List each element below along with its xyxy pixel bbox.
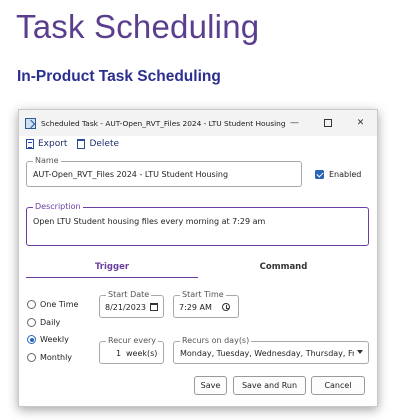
- recur-every-field[interactable]: Recur every 1 week(s): [99, 336, 164, 364]
- radio-weekly-label: Weekly: [40, 335, 69, 345]
- tab-bar: Trigger Command: [26, 256, 369, 278]
- radio-monthly-label: Monthly: [40, 352, 73, 362]
- radio-weekly[interactable]: Weekly: [27, 331, 78, 349]
- maximize-button[interactable]: [311, 110, 344, 136]
- enabled-checkbox[interactable]: [315, 170, 324, 179]
- recur-every-label: Recur every: [106, 336, 159, 346]
- start-time-label: Start Time: [180, 290, 226, 300]
- minimize-icon: —: [290, 118, 299, 128]
- delete-label: Delete: [89, 139, 120, 149]
- radio-monthly[interactable]: Monthly: [27, 349, 78, 367]
- tab-command[interactable]: Command: [198, 256, 369, 278]
- window-title: Scheduled Task - AUT-Open_RVT_Files 2024…: [41, 118, 286, 128]
- recur-every-unit: week(s): [126, 349, 158, 358]
- name-field[interactable]: Name AUT-Open_RVT_Files 2024 - LTU Stude…: [26, 156, 302, 187]
- maximize-icon: [323, 119, 332, 127]
- radio-daily[interactable]: Daily: [27, 314, 78, 332]
- save-and-run-button[interactable]: Save and Run: [233, 376, 306, 395]
- export-label: Export: [38, 139, 68, 149]
- clock-icon[interactable]: [222, 303, 230, 311]
- enabled-label: Enabled: [329, 170, 362, 179]
- description-value: Open LTU Student housing files every mor…: [33, 217, 266, 226]
- delete-button[interactable]: Delete: [77, 139, 119, 149]
- frequency-radio-group: One Time Daily Weekly Monthly: [27, 296, 78, 366]
- export-icon: [26, 139, 34, 149]
- app-icon: [25, 117, 36, 129]
- start-date-field[interactable]: Start Date 8/21/2023: [99, 290, 164, 318]
- slide-title: Task Scheduling: [16, 8, 260, 45]
- name-label: Name: [33, 156, 61, 166]
- close-button[interactable]: ✕: [344, 110, 377, 136]
- toolbar: Export Delete: [26, 139, 119, 149]
- close-icon: ✕: [356, 118, 365, 128]
- slide-subtitle: In-Product Task Scheduling: [17, 68, 221, 85]
- description-label: Description: [33, 202, 83, 212]
- start-time-value: 7:29 AM: [179, 303, 212, 312]
- trash-icon: [77, 139, 86, 149]
- radio-one-time-label: One Time: [40, 300, 79, 310]
- tab-trigger[interactable]: Trigger: [26, 256, 198, 278]
- start-date-label: Start Date: [106, 290, 152, 300]
- save-button[interactable]: Save: [194, 376, 227, 395]
- name-value: AUT-Open_RVT_Files 2024 - LTU Student Ho…: [33, 170, 229, 179]
- recurs-on-value: Monday, Tuesday, Wednesday, Thursday, Fr: [180, 349, 354, 358]
- radio-one-time[interactable]: One Time: [27, 296, 78, 314]
- enabled-toggle[interactable]: Enabled: [315, 170, 361, 179]
- recurs-on-dropdown[interactable]: Recurs on day(s) Monday, Tuesday, Wednes…: [173, 336, 369, 364]
- cancel-button[interactable]: Cancel: [311, 376, 365, 395]
- start-time-field[interactable]: Start Time 7:29 AM: [173, 290, 239, 318]
- minimize-button[interactable]: —: [278, 110, 311, 136]
- radio-monthly-indicator[interactable]: [27, 352, 36, 362]
- radio-one-time-indicator[interactable]: [27, 300, 36, 310]
- recur-every-value: 1: [116, 349, 122, 358]
- window-titlebar[interactable]: Scheduled Task - AUT-Open_RVT_Files 2024…: [19, 110, 377, 136]
- radio-weekly-indicator[interactable]: [27, 335, 36, 345]
- start-date-value: 8/21/2023: [105, 303, 147, 312]
- calendar-icon[interactable]: [150, 303, 158, 311]
- scheduled-task-window: Scheduled Task - AUT-Open_RVT_Files 2024…: [18, 109, 378, 407]
- window-controls: — ✕: [278, 110, 377, 136]
- chevron-down-icon[interactable]: [357, 350, 363, 354]
- export-button[interactable]: Export: [26, 139, 67, 149]
- radio-daily-indicator[interactable]: [27, 317, 36, 327]
- recurs-on-label: Recurs on day(s): [180, 336, 252, 346]
- description-field[interactable]: Description Open LTU Student housing fil…: [26, 202, 369, 246]
- radio-daily-label: Daily: [40, 317, 61, 327]
